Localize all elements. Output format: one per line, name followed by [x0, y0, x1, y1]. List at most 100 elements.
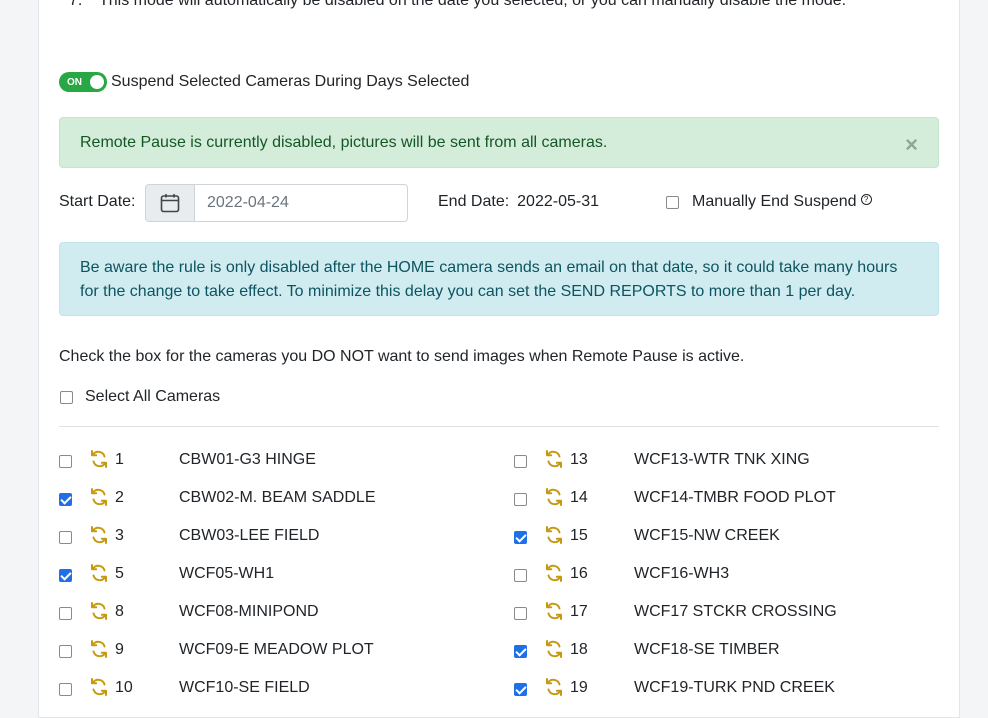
- camera-number: 19: [570, 679, 588, 696]
- info-alert-text: Be aware the rule is only disabled after…: [80, 259, 898, 300]
- camera-checkbox[interactable]: [514, 531, 527, 544]
- camera-name: WCF17 STCKR CROSSING: [634, 603, 837, 620]
- divider: [59, 426, 939, 427]
- camera-row: 16 WCF16-WH3: [514, 556, 914, 594]
- refresh-icon[interactable]: [544, 562, 564, 589]
- date-row: Start Date: End Date: 2022-05-31 Manually…: [59, 184, 939, 222]
- refresh-icon[interactable]: [89, 524, 109, 551]
- camera-checkbox[interactable]: [59, 683, 72, 696]
- camera-row: 5 WCF05-WH1: [59, 556, 459, 594]
- calendar-icon: [160, 194, 180, 213]
- suspend-toggle[interactable]: ON: [59, 72, 107, 92]
- camera-name: WCF19-TURK PND CREEK: [634, 679, 835, 696]
- camera-name: WCF05-WH1: [179, 565, 275, 582]
- close-icon[interactable]: ×: [905, 132, 918, 158]
- camera-checkbox[interactable]: [514, 645, 527, 658]
- toggle-knob: [90, 75, 104, 89]
- suspend-toggle-label: Suspend Selected Cameras During Days Sel…: [111, 73, 470, 90]
- camera-name: WCF18-SE TIMBER: [634, 641, 780, 658]
- refresh-icon[interactable]: [89, 638, 109, 665]
- camera-name: WCF13-WTR TNK XING: [634, 451, 810, 468]
- refresh-icon[interactable]: [89, 562, 109, 589]
- camera-row: 13 WCF13-WTR TNK XING: [514, 442, 914, 480]
- camera-name: CBW03-LEE FIELD: [179, 527, 320, 544]
- camera-row: 10 WCF10-SE FIELD: [59, 670, 459, 708]
- camera-number: 17: [570, 603, 588, 620]
- camera-checkbox[interactable]: [59, 531, 72, 544]
- refresh-icon[interactable]: [544, 600, 564, 627]
- camera-number: 15: [570, 527, 588, 544]
- camera-checkbox[interactable]: [59, 493, 72, 506]
- camera-name: CBW02-M. BEAM SADDLE: [179, 489, 376, 506]
- camera-row: 17 WCF17 STCKR CROSSING: [514, 594, 914, 632]
- camera-checkbox[interactable]: [514, 683, 527, 696]
- camera-row: 8 WCF08-MINIPOND: [59, 594, 459, 632]
- step-7-text: 7. This mode will automatically be disabl…: [69, 0, 846, 10]
- refresh-icon[interactable]: [544, 486, 564, 513]
- camera-checkbox[interactable]: [514, 493, 527, 506]
- refresh-icon[interactable]: [544, 676, 564, 703]
- start-date-label: Start Date:: [59, 193, 136, 210]
- camera-name: WCF09-E MEADOW PLOT: [179, 641, 374, 658]
- camera-name: CBW01-G3 HINGE: [179, 451, 316, 468]
- select-all-row: Select All Cameras: [59, 388, 220, 406]
- camera-number: 5: [115, 565, 124, 582]
- calendar-button[interactable]: [145, 184, 195, 222]
- camera-number: 14: [570, 489, 588, 506]
- end-date-value: 2022-05-31: [517, 193, 599, 210]
- camera-row: 18 WCF18-SE TIMBER: [514, 632, 914, 670]
- camera-number: 10: [115, 679, 133, 696]
- camera-checkbox[interactable]: [514, 569, 527, 582]
- camera-row: 1 CBW01-G3 HINGE: [59, 442, 459, 480]
- camera-row: 3 CBW03-LEE FIELD: [59, 518, 459, 556]
- camera-row: 15 WCF15-NW CREEK: [514, 518, 914, 556]
- start-date-input[interactable]: [194, 184, 408, 222]
- step-number: 7.: [69, 0, 83, 9]
- camera-checkbox[interactable]: [59, 569, 72, 582]
- camera-name: WCF08-MINIPOND: [179, 603, 319, 620]
- manual-end-checkbox[interactable]: [666, 195, 679, 209]
- camera-number: 8: [115, 603, 124, 620]
- camera-checkbox[interactable]: [59, 607, 72, 620]
- camera-number: 9: [115, 641, 124, 658]
- end-date: End Date: 2022-05-31: [438, 193, 599, 211]
- camera-row: 19 WCF19-TURK PND CREEK: [514, 670, 914, 708]
- refresh-icon[interactable]: [89, 676, 109, 703]
- refresh-icon[interactable]: [89, 600, 109, 627]
- help-icon[interactable]: ?: [860, 193, 872, 205]
- refresh-icon[interactable]: [544, 638, 564, 665]
- camera-checkbox[interactable]: [514, 607, 527, 620]
- refresh-icon[interactable]: [544, 448, 564, 475]
- status-alert: Remote Pause is currently disabled, pict…: [59, 117, 939, 168]
- settings-card: 7. This mode will automatically be disabl…: [38, 0, 960, 718]
- camera-name: WCF10-SE FIELD: [179, 679, 310, 696]
- camera-instructions: Check the box for the cameras you DO NOT…: [59, 348, 745, 365]
- refresh-icon[interactable]: [89, 448, 109, 475]
- info-alert: Be aware the rule is only disabled after…: [59, 242, 939, 316]
- camera-name: WCF14-TMBR FOOD PLOT: [634, 489, 836, 506]
- manual-end-suspend: Manually End Suspend ?: [666, 193, 872, 211]
- manual-end-label: Manually End Suspend: [692, 193, 857, 210]
- camera-row: 2 CBW02-M. BEAM SADDLE: [59, 480, 459, 518]
- end-date-label: End Date:: [438, 193, 510, 210]
- suspend-toggle-row: ON Suspend Selected Cameras During Days …: [59, 72, 469, 92]
- toggle-state-label: ON: [67, 77, 82, 88]
- camera-number: 3: [115, 527, 124, 544]
- refresh-icon[interactable]: [89, 486, 109, 513]
- step-description: This mode will automatically be disabled…: [99, 0, 847, 9]
- refresh-icon[interactable]: [544, 524, 564, 551]
- camera-number: 1: [115, 451, 124, 468]
- camera-number: 2: [115, 489, 124, 506]
- camera-number: 16: [570, 565, 588, 582]
- camera-checkbox[interactable]: [59, 455, 72, 468]
- camera-name: WCF16-WH3: [634, 565, 730, 582]
- camera-row: 9 WCF09-E MEADOW PLOT: [59, 632, 459, 670]
- camera-checkbox[interactable]: [514, 455, 527, 468]
- select-all-label: Select All Cameras: [85, 388, 221, 405]
- camera-row: 14 WCF14-TMBR FOOD PLOT: [514, 480, 914, 518]
- camera-number: 18: [570, 641, 588, 658]
- status-alert-text: Remote Pause is currently disabled, pict…: [80, 134, 608, 151]
- camera-checkbox[interactable]: [59, 645, 72, 658]
- select-all-checkbox[interactable]: [60, 390, 73, 404]
- camera-name: WCF15-NW CREEK: [634, 527, 780, 544]
